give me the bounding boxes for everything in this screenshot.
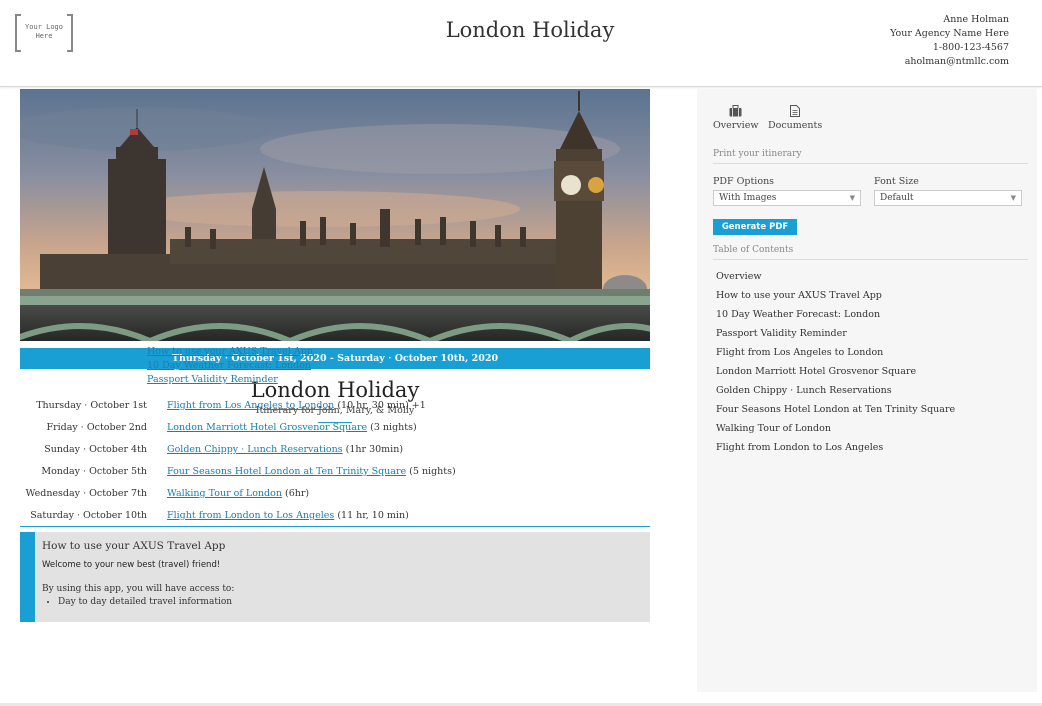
link-weather-forecast[interactable]: 10 Day Weather Forecast: London <box>147 360 311 371</box>
toc-item[interactable]: Walking Tour of London <box>716 421 955 440</box>
schedule-link[interactable]: Flight from Los Angeles to London <box>167 400 334 411</box>
agent-name: Anne Holman <box>943 14 1009 25</box>
toc-item[interactable]: Overview <box>716 269 955 288</box>
tab-overview-label: Overview <box>713 120 759 131</box>
schedule-note: (6hr) <box>285 488 310 499</box>
toc-item[interactable]: Flight from Los Angeles to London <box>716 345 955 364</box>
page-title: London Holiday <box>445 18 615 42</box>
schedule-link[interactable]: London Marriott Hotel Grosvenor Square <box>167 422 367 433</box>
chevron-down-icon: ▼ <box>849 194 855 202</box>
tab-overview[interactable]: Overview <box>713 105 758 131</box>
schedule-link[interactable]: Four Seasons Hotel London at Ten Trinity… <box>167 466 406 477</box>
print-heading: Print your itinerary <box>713 149 1028 164</box>
schedule-row: Wednesday · October 7th Walking Tour of … <box>20 483 650 505</box>
document-icon <box>790 105 801 117</box>
schedule-row: Friday · October 2nd London Marriott Hot… <box>20 417 650 439</box>
general-links: How to use your AXUS Travel App 10 Day W… <box>147 345 313 387</box>
schedule-row: Monday · October 5th Four Seasons Hotel … <box>20 461 650 483</box>
schedule-date: Monday · October 5th <box>41 466 147 477</box>
itinerary-main: Thursday · October 1st, 2020 - Saturday … <box>20 89 650 423</box>
feature-item: Day to day detailed travel information <box>58 597 650 607</box>
pdf-options-label: PDF Options <box>713 176 775 187</box>
toc-item[interactable]: Four Seasons Hotel London at Ten Trinity… <box>716 402 955 421</box>
schedule-date: Thursday · October 1st <box>36 400 147 411</box>
font-size-value: Default <box>880 193 914 203</box>
sidebar: Overview Documents Print your itinerary … <box>697 89 1037 692</box>
agency-name: Your Agency Name Here <box>890 28 1009 39</box>
schedule-note: (11 hr, 10 min) <box>337 510 409 521</box>
tab-documents[interactable]: Documents <box>768 105 822 131</box>
font-size-select[interactable]: Default ▼ <box>874 190 1022 206</box>
font-size-label: Font Size <box>874 176 919 187</box>
app-info-section: How to use your AXUS Travel App Welcome … <box>20 532 650 622</box>
toc-item[interactable]: How to use your AXUS Travel App <box>716 288 955 307</box>
schedule-note: (1hr 30min) <box>345 444 404 455</box>
schedule-row: Saturday · October 10th Flight from Lond… <box>20 505 650 527</box>
pdf-options-select[interactable]: With Images ▼ <box>713 190 861 206</box>
agent-contact: Anne Holman Your Agency Name Here 1-800-… <box>890 13 1009 69</box>
access-text: By using this app, you will have access … <box>42 584 235 594</box>
section-divider <box>20 526 650 527</box>
schedule-link[interactable]: Flight from London to Los Angeles <box>167 510 334 521</box>
schedule-link[interactable]: Golden Chippy · Lunch Reservations <box>167 444 343 455</box>
section-heading: How to use your AXUS Travel App <box>42 540 226 552</box>
toc-item[interactable]: Flight from London to Los Angeles <box>716 440 955 459</box>
schedule-row: Thursday · October 1st Flight from Los A… <box>20 395 650 417</box>
pdf-options-value: With Images <box>719 193 777 203</box>
schedule-date: Saturday · October 10th <box>30 510 147 521</box>
generate-pdf-button[interactable]: Generate PDF <box>713 219 797 235</box>
page-header: Your Logo Here London Holiday Anne Holma… <box>0 0 1042 87</box>
schedule-link[interactable]: Walking Tour of London <box>167 488 282 499</box>
welcome-text: Welcome to your new best (travel) friend… <box>42 560 221 570</box>
hero-image-london <box>20 89 650 341</box>
schedule-date: Sunday · October 4th <box>44 444 147 455</box>
link-how-to-use-app[interactable]: How to use your AXUS Travel App <box>147 346 313 357</box>
suitcase-icon <box>729 105 742 117</box>
schedule-row: Sunday · October 4th Golden Chippy · Lun… <box>20 439 650 461</box>
toc-item[interactable]: 10 Day Weather Forecast: London <box>716 307 955 326</box>
agent-phone: 1-800-123-4567 <box>932 42 1009 53</box>
schedule-note: (5 nights) <box>409 466 456 477</box>
schedule-note: (10 hr, 30 min) +1 <box>337 400 426 411</box>
agent-email[interactable]: aholman@ntmllc.com <box>890 55 1009 69</box>
schedule-list: Thursday · October 1st Flight from Los A… <box>20 395 650 527</box>
toc-item[interactable]: Passport Validity Reminder <box>716 326 955 345</box>
schedule-note: (3 nights) <box>370 422 417 433</box>
toc-item[interactable]: London Marriott Hotel Grosvenor Square <box>716 364 955 383</box>
table-of-contents: Overview How to use your AXUS Travel App… <box>716 269 955 459</box>
feature-list: Day to day detailed travel information <box>58 597 650 607</box>
chevron-down-icon: ▼ <box>1010 194 1016 202</box>
toc-heading: Table of Contents <box>713 245 1028 260</box>
trip-date-bar: Thursday · October 1st, 2020 - Saturday … <box>20 348 650 369</box>
tab-documents-label: Documents <box>768 120 823 131</box>
schedule-date: Wednesday · October 7th <box>25 488 147 499</box>
toc-item[interactable]: Golden Chippy · Lunch Reservations <box>716 383 955 402</box>
schedule-date: Friday · October 2nd <box>46 422 148 433</box>
link-passport-reminder[interactable]: Passport Validity Reminder <box>147 374 278 385</box>
